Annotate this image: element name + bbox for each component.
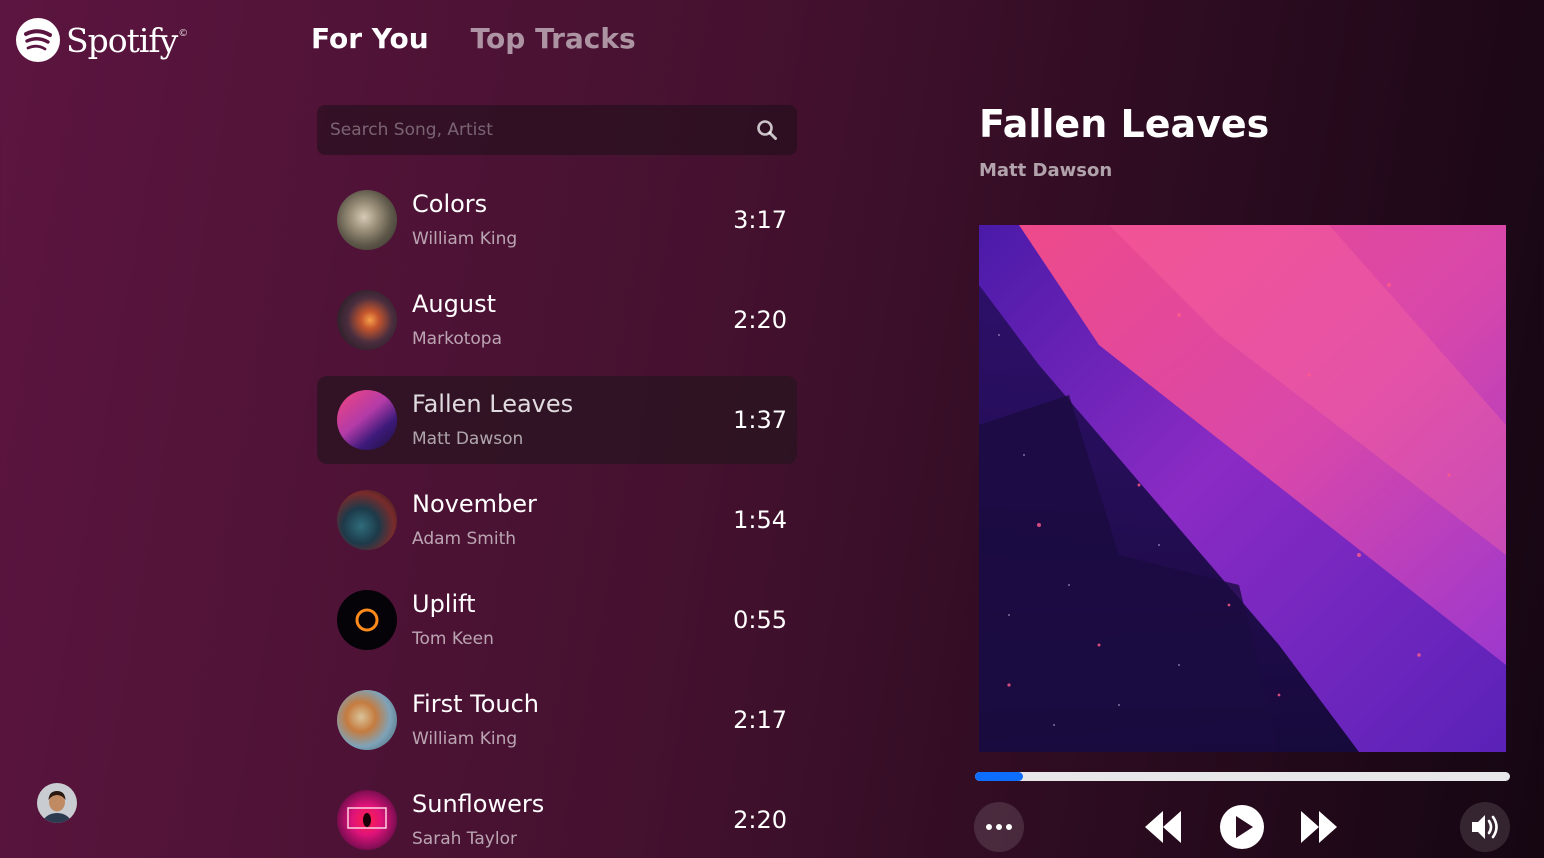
backward-icon: [1145, 811, 1181, 843]
track-artist: William King: [412, 729, 518, 749]
track-artist: Markotopa: [412, 329, 502, 349]
track-duration: 2:17: [733, 706, 787, 734]
track-row[interactable]: Colors William King 3:17: [317, 176, 797, 264]
track-row-active[interactable]: Fallen Leaves Matt Dawson 1:37: [317, 376, 797, 464]
volume-icon: [1472, 815, 1498, 839]
track-title: Fallen Leaves: [412, 390, 574, 418]
search-bar: [317, 105, 797, 155]
now-playing-title: Fallen Leaves: [979, 102, 1270, 146]
next-track-button[interactable]: [1299, 807, 1339, 851]
track-artist: Tom Keen: [412, 629, 494, 649]
track-artist: William King: [412, 229, 518, 249]
spotify-logo-icon: [16, 18, 60, 62]
track-list: Colors William King 3:17 August Markotop…: [317, 176, 797, 858]
previous-track-button[interactable]: [1143, 807, 1183, 851]
track-title: Uplift: [412, 590, 476, 618]
album-art: [979, 225, 1506, 752]
track-cover-image: [337, 690, 397, 750]
track-row[interactable]: August Markotopa 2:20: [317, 276, 797, 364]
brand-reg-mark: ©: [178, 27, 189, 39]
track-artist: Adam Smith: [412, 529, 517, 549]
search-input[interactable]: [317, 105, 747, 155]
progress-fill: [975, 772, 1024, 781]
track-row[interactable]: Sunflowers Sarah Taylor 2:20: [317, 776, 797, 858]
track-title: Colors: [412, 190, 488, 218]
now-playing-artist: Matt Dawson: [979, 160, 1113, 181]
track-artist: Sarah Taylor: [412, 829, 517, 849]
forward-icon: [1301, 811, 1337, 843]
tab-for-you[interactable]: For You: [311, 22, 429, 55]
track-title: First Touch: [412, 690, 540, 718]
track-cover-image: [337, 490, 397, 550]
track-row[interactable]: November Adam Smith 1:54: [317, 476, 797, 564]
track-cover-image: [337, 290, 397, 350]
track-duration: 2:20: [733, 306, 787, 334]
track-duration: 0:55: [733, 606, 787, 634]
track-cover-image: [337, 390, 397, 450]
user-avatar[interactable]: [37, 783, 77, 823]
track-duration: 2:20: [733, 806, 787, 834]
search-icon[interactable]: [756, 119, 778, 141]
play-button[interactable]: [1219, 804, 1265, 854]
brand-name: Spotify: [66, 20, 178, 60]
track-title: August: [412, 290, 496, 318]
volume-button[interactable]: [1460, 802, 1510, 852]
track-cover-image: [337, 790, 397, 850]
track-title: November: [412, 490, 537, 518]
track-row[interactable]: First Touch William King 2:17: [317, 676, 797, 764]
track-row[interactable]: Uplift Tom Keen 0:55: [317, 576, 797, 664]
track-duration: 1:54: [733, 506, 787, 534]
track-title: Sunflowers: [412, 790, 545, 818]
track-duration: 3:17: [733, 206, 787, 234]
track-duration: 1:37: [733, 406, 787, 434]
main-nav: For You Top Tracks: [311, 22, 636, 55]
tab-top-tracks[interactable]: Top Tracks: [471, 22, 636, 55]
track-cover-image: [337, 190, 397, 250]
spotify-logo[interactable]: Spotify ©: [16, 18, 188, 62]
track-artist: Matt Dawson: [412, 429, 524, 449]
progress-bar[interactable]: [975, 772, 1510, 781]
more-options-button[interactable]: [974, 802, 1024, 852]
more-horizontal-icon: [986, 824, 1012, 830]
play-icon: [1220, 805, 1264, 849]
track-cover-image: [337, 590, 397, 650]
